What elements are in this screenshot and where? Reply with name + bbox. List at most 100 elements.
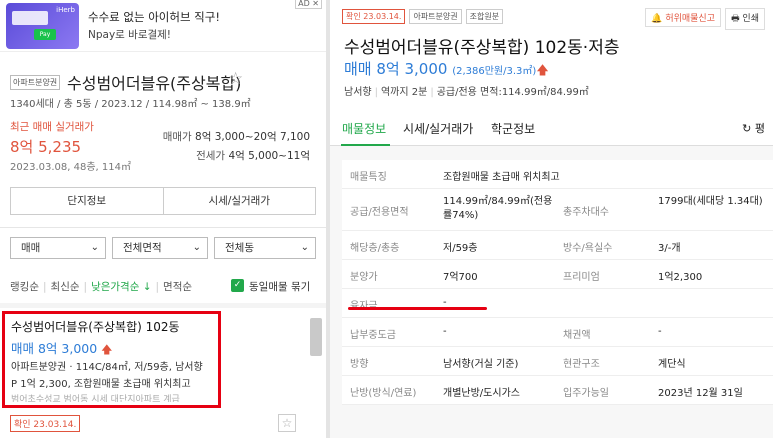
summary-divider: | — [430, 87, 434, 98]
detail-price-per: (2,386만원/3.3㎡) — [452, 66, 537, 77]
row-value: 조합원매물 초급매 위치최고 — [443, 172, 560, 183]
sort-divider: | — [42, 281, 47, 293]
row-value: 개별난방/도시가스 — [443, 388, 520, 399]
area-select[interactable]: 전체면적 ⌄ — [112, 237, 208, 259]
chevron-down-icon: ⌄ — [192, 242, 201, 253]
confirm-chip: 확인 23.03.14. — [342, 9, 406, 24]
print-button[interactable]: 🖶 인쇄 — [725, 8, 765, 30]
confirm-date-badge: 확인 23.03.14. — [10, 415, 81, 432]
detail-area: 공급/전용 면적:114.99㎡/84.99㎡ — [436, 87, 589, 98]
sort-ranking[interactable]: 랭킹순 — [10, 281, 39, 293]
highlight-box — [2, 311, 221, 408]
table-row: 공급/전용면적 114.99㎡/84.99㎡(전용률74%) 총주차대수 179… — [342, 189, 773, 231]
ad-close-badge[interactable]: AD ✕ — [295, 0, 322, 9]
recent-trade-label: 최근 매매 실거래가 — [10, 121, 94, 133]
group-same-checkbox[interactable]: ✓ — [231, 279, 244, 292]
row-value: - — [443, 326, 447, 337]
listing-panel: iHerb Pay 수수료 없는 아이허브 직구! Npay로 바로결제! AD… — [0, 0, 326, 438]
detail-title: 수성범어더블유(주상복합) 102동·저층 — [344, 38, 620, 58]
row-key-2: 방수/욕실수 — [563, 243, 613, 254]
row-key: 공급/전용면적 — [350, 207, 409, 218]
sale-price-value: 8억 3,000~20억 7,100 — [195, 131, 310, 143]
detail-tabs: 매물정보 시세/실거래가 학군정보 ↻ 평 — [330, 108, 773, 146]
detail-direction: 남서향 — [344, 87, 372, 98]
dong-select[interactable]: 전체동 ⌄ — [214, 237, 316, 259]
highlight-underline — [348, 307, 487, 310]
detail-distance: 역까지 2분 — [380, 87, 428, 98]
detail-table: 매물특징 조합원매물 초급매 위치최고 공급/전용면적 114.99㎡/84.9… — [342, 160, 773, 405]
recent-trade-price: 8억 5,235 — [10, 138, 82, 156]
ad-title[interactable]: 수수료 없는 아이허브 직구! — [88, 9, 220, 25]
trade-type-value: 매매 — [21, 242, 41, 254]
table-row: 난방(방식/연료) 개별난방/도시가스 입주가능일 2023년 12월 31일 — [342, 376, 773, 405]
chevron-down-icon: ⌄ — [300, 242, 309, 253]
row-key-2: 총주차대수 — [563, 207, 609, 218]
ad-thumb-tag: iHerb — [56, 6, 75, 14]
sort-area[interactable]: 면적순 — [163, 281, 192, 293]
row-key: 납부중도금 — [350, 330, 396, 341]
complex-name: 수성범어더블유(주상복합) — [67, 74, 242, 93]
row-value-2: 1억2,300 — [658, 272, 703, 283]
price-up-icon: 🡅 — [536, 63, 549, 77]
sort-latest[interactable]: 최신순 — [51, 281, 80, 293]
row-value: 저/59층 — [443, 243, 478, 254]
complex-info-button[interactable]: 단지정보 — [10, 187, 164, 215]
jeonse-price-range: 전세가 4억 5,000~11억 — [196, 148, 310, 163]
jeonse-price-label: 전세가 — [196, 150, 226, 162]
detail-panel: 확인 23.03.14. 아파트분양권 조합원분 🔔 허위매물신고 🖶 인쇄 수… — [330, 0, 773, 438]
table-row: 매물특징 조합원매물 초급매 위치최고 — [342, 160, 773, 189]
row-key-2: 채권액 — [563, 330, 591, 341]
detail-chips: 확인 23.03.14. 아파트분양권 조합원분 — [342, 9, 504, 24]
scrollbar-thumb[interactable] — [310, 318, 322, 356]
sale-price-label: 매매가 — [162, 131, 192, 143]
row-key-2: 프리미엄 — [563, 272, 600, 283]
row-key: 난방(방식/연료) — [350, 388, 417, 399]
ad-card-graphic — [12, 11, 48, 25]
row-value-2: 계단식 — [658, 359, 686, 370]
table-row: 분양가 7억700 프리미엄 1억2,300 — [342, 260, 773, 289]
tab-price-history[interactable]: 시세/실거래가 — [403, 120, 473, 137]
detail-price-value: 매매 8억 3,000 — [344, 60, 448, 78]
row-value: 7억700 — [443, 272, 478, 283]
row-key: 분양가 — [350, 272, 378, 283]
detail-price: 매매 8억 3,000 (2,386만원/3.3㎡)🡅 — [344, 58, 549, 82]
price-history-button[interactable]: 시세/실거래가 — [163, 187, 316, 215]
dong-value: 전체동 — [225, 242, 254, 254]
type-chip: 아파트분양권 — [409, 9, 462, 24]
sort-low-price[interactable]: 낮은가격순 ↓ — [91, 281, 151, 293]
report-button[interactable]: 🔔 허위매물신고 — [645, 8, 721, 27]
favorite-star-icon[interactable]: ☆ — [228, 69, 243, 89]
table-row: 납부중도금 - 채권액 - — [342, 318, 773, 347]
table-row: 융자금 - — [342, 289, 773, 318]
ad-image[interactable]: iHerb Pay — [6, 3, 79, 49]
area-value: 전체면적 — [123, 242, 162, 254]
row-key-2: 현관구조 — [563, 359, 600, 370]
sort-divider: | — [155, 281, 160, 293]
table-row: 방향 남서향(거실 기준) 현관구조 계단식 — [342, 347, 773, 376]
member-chip: 조합원분 — [465, 9, 504, 24]
summary-divider: | — [374, 87, 378, 98]
ad-subtitle: Npay로 바로결제! — [88, 29, 172, 41]
row-key: 해당층/총층 — [350, 243, 400, 254]
row-value-2: 2023년 12월 31일 — [658, 388, 743, 399]
complex-button-row: 단지정보 시세/실거래가 — [10, 187, 316, 215]
row-value-2: 1799대(세대당 1.34대) — [658, 196, 763, 207]
tab-school[interactable]: 학군정보 — [491, 120, 535, 137]
sale-price-range: 매매가 8억 3,000~20억 7,100 — [163, 129, 310, 144]
sort-options: 랭킹순 | 최신순 | 낮은가격순 ↓ | 면적순 — [10, 279, 192, 294]
trade-type-select[interactable]: 매매 ⌄ — [10, 237, 106, 259]
group-same-label[interactable]: 동일매물 묶기 — [249, 279, 310, 294]
row-value: 남서향(거실 기준) — [443, 359, 519, 370]
row-key: 매물특징 — [350, 172, 387, 183]
refresh-unit-toggle[interactable]: ↻ 평 — [742, 120, 765, 136]
detail-summary: 남서향 | 역까지 2분 | 공급/전용 면적:114.99㎡/84.99㎡ — [344, 83, 589, 98]
row-value-2: 3/-개 — [658, 243, 681, 254]
npay-icon: Pay — [34, 29, 56, 40]
ad-banner[interactable]: iHerb Pay 수수료 없는 아이허브 직구! Npay로 바로결제! AD… — [0, 0, 326, 52]
complex-type-tag: 아파트분양권 — [10, 75, 61, 90]
listing-favorite-star-icon[interactable]: ☆ — [278, 414, 296, 432]
complex-info: 1340세대 / 총 5동 / 2023.12 / 114.98㎡ ~ 138.… — [10, 99, 251, 110]
row-key: 방향 — [350, 359, 369, 370]
jeonse-price-value: 4억 5,000~11억 — [228, 150, 310, 162]
tab-listing-info[interactable]: 매물정보 — [342, 120, 386, 137]
